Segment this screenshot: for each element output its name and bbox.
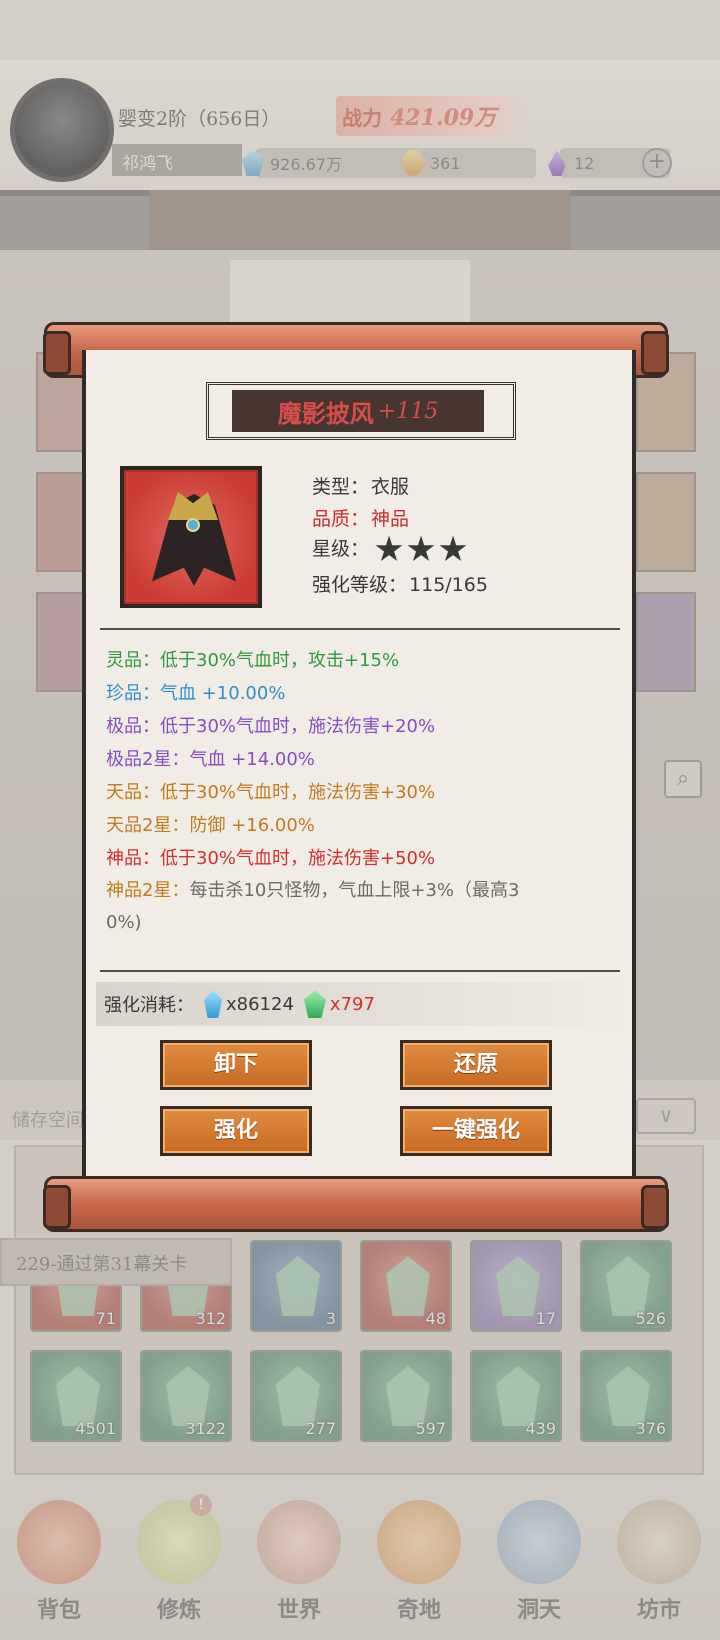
star-icon (375, 535, 403, 561)
roller-end (43, 1185, 71, 1229)
restore-button[interactable]: 还原 (400, 1040, 552, 1090)
effect-label: 灵品： (106, 650, 160, 671)
cloak-gem (186, 518, 200, 532)
item-enhance-label: 强化等级： (312, 574, 408, 596)
item-enhance-value: 115/165 (409, 574, 488, 596)
effect-line: 天品：低于30%气血时，施法伤害+30% (106, 776, 616, 809)
effect-text: 每击杀10只怪物，气血上限+3%（最高3 (189, 880, 520, 901)
item-type-value: 衣服 (371, 476, 410, 498)
divider (100, 970, 620, 972)
effect-label: 神品： (106, 848, 160, 869)
effect-label: 天品2星： (106, 815, 190, 836)
cost-gem-amount: x797 (329, 993, 375, 1015)
effect-line: 神品2星：每击杀10只怪物，气血上限+3%（最高3 (106, 875, 616, 907)
effect-text-cont: 0%) (106, 912, 142, 933)
green-gem-icon (303, 990, 326, 1018)
enhance-button[interactable]: 强化 (160, 1106, 312, 1156)
item-enhance-row: 强化等级： 115/165 (312, 570, 488, 597)
star-icon (439, 535, 467, 561)
effect-line: 极品：低于30%气血时，施法伤害+20% (106, 710, 616, 743)
item-quality-value: 神品 (371, 508, 410, 530)
item-name: 魔影披风 (277, 398, 374, 428)
effect-text: 低于30%气血时，施法伤害+50% (160, 848, 436, 869)
effect-text: 气血 +10.00% (160, 683, 286, 704)
effect-label: 极品： (106, 716, 160, 737)
blue-crystal-icon (204, 990, 222, 1018)
effect-line: 天品2星：防御 +16.00% (106, 809, 616, 842)
effect-text: 低于30%气血时，攻击+15% (160, 650, 400, 671)
star-rating (375, 535, 467, 564)
cost-label: 强化消耗： (104, 995, 194, 1016)
item-type-row: 类型： 衣服 (312, 472, 409, 499)
effect-line: 神品：低于30%气血时，施法伤害+50% (106, 842, 616, 875)
star-icon (407, 535, 435, 561)
effect-text: 防御 +16.00% (189, 815, 315, 836)
roller-end (641, 331, 669, 375)
item-title: 魔影披风 +115 (232, 390, 484, 432)
scroll-roller-bottom (43, 1176, 669, 1232)
divider (100, 628, 620, 630)
enhance-cost-bar: 强化消耗： x86124 x797 (96, 982, 632, 1026)
item-type-label: 类型： (312, 476, 370, 498)
item-level-tag: +115 (377, 398, 439, 424)
unequip-button[interactable]: 卸下 (160, 1040, 312, 1090)
roller-end (641, 1185, 669, 1229)
item-star-row: 星级： (312, 534, 467, 564)
effect-line: 珍品：气血 +10.00% (106, 677, 616, 710)
effect-line: 极品2星：气血 +14.00% (106, 743, 616, 776)
effect-line-cont: 0%) (106, 907, 616, 939)
item-star-label: 星级： (312, 538, 370, 560)
roller-end (43, 331, 71, 375)
effect-line: 灵品：低于30%气血时，攻击+15% (106, 644, 616, 677)
item-portrait (124, 470, 258, 604)
effect-label: 天品： (106, 782, 160, 803)
item-quality-row: 品质： 神品 (312, 504, 409, 531)
effect-label: 极品2星： (106, 749, 190, 770)
one-click-enhance-button[interactable]: 一键强化 (400, 1106, 552, 1156)
effect-text: 低于30%气血时，施法伤害+20% (160, 716, 436, 737)
effect-text: 低于30%气血时，施法伤害+30% (160, 782, 436, 803)
item-portrait-frame (120, 466, 262, 608)
effect-label: 珍品： (106, 683, 160, 704)
effect-list: 灵品：低于30%气血时，攻击+15% 珍品：气血 +10.00% 极品：低于30… (106, 644, 616, 939)
item-quality-label: 品质： (312, 508, 370, 530)
effect-text: 气血 +14.00% (189, 749, 315, 770)
cost-crystal-amount: x86124 (226, 993, 294, 1015)
effect-label: 神品2星： (106, 880, 190, 901)
